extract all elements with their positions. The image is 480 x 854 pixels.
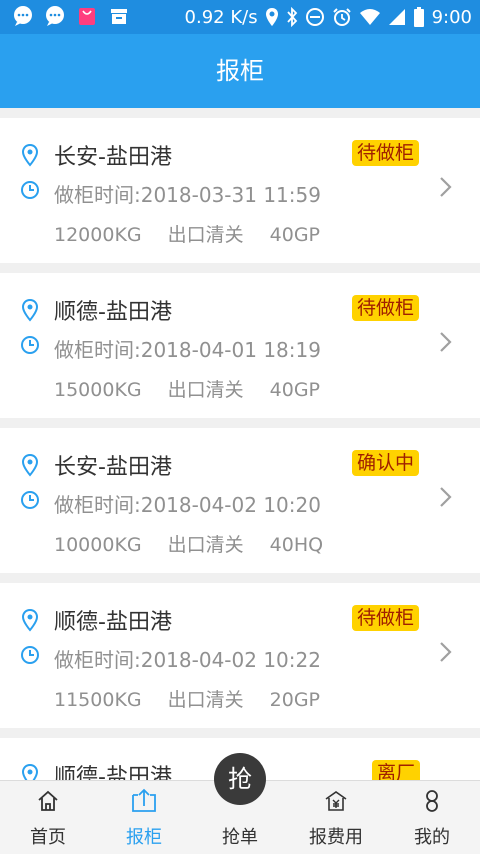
- order-route: 顺德-盐田港: [54, 300, 172, 325]
- order-meta: 12000KG 出口清关 40GP: [54, 220, 346, 247]
- status-badge: 待做柜: [352, 140, 420, 166]
- order-route: 长安-盐田港: [54, 455, 172, 480]
- order-meta: 11500KG 出口清关 20GP: [54, 685, 346, 712]
- clock-icon: [21, 646, 39, 664]
- order-time: 做柜时间:2018-03-31 11:59: [54, 183, 321, 207]
- clock-icon: [21, 336, 39, 354]
- location-pin-icon: [21, 298, 39, 322]
- location-pin-icon: [21, 453, 39, 477]
- chevron-right-icon[interactable]: [438, 173, 454, 201]
- person-icon: [426, 790, 438, 812]
- order-customs: 出口清关: [167, 224, 244, 246]
- upload-box-icon: [132, 788, 156, 812]
- status-badge: 待做柜: [352, 295, 420, 321]
- tab-mine[interactable]: 我的: [384, 781, 480, 854]
- home-icon: [38, 790, 58, 811]
- signal-icon: [388, 9, 405, 25]
- order-time: 做柜时间:2018-04-02 10:22: [54, 648, 321, 672]
- clock-icon: [21, 181, 39, 199]
- tab-home[interactable]: 首页: [0, 781, 96, 854]
- location-icon: [265, 8, 278, 26]
- order-route: 顺德-盐田港: [54, 610, 172, 635]
- order-weight: 15000KG: [54, 379, 142, 401]
- order-route: 顺德-盐田港: [54, 765, 172, 780]
- clock-icon: [21, 491, 39, 509]
- tab-label: 报费用: [309, 827, 363, 848]
- status-bar: 0.92 K/s 9:00: [0, 0, 480, 34]
- clock-time: 9:00: [431, 6, 472, 28]
- order-meta: 15000KG 出口清关 40GP: [54, 375, 346, 402]
- message-icon: [12, 5, 34, 27]
- order-card[interactable]: 顺德-盐田港 待做柜 做柜时间:2018-04-02 10:22 11500KG…: [0, 583, 480, 728]
- location-pin-icon: [21, 763, 39, 780]
- order-route: 长安-盐田港: [54, 145, 172, 170]
- system-indicators: 0.92 K/s 9:00: [185, 0, 472, 34]
- order-card[interactable]: 长安-盐田港 确认中 做柜时间:2018-04-02 10:20 10000KG…: [0, 428, 480, 573]
- network-speed: 0.92 K/s: [184, 6, 258, 28]
- order-card[interactable]: 长安-盐田港 待做柜 做柜时间:2018-03-31 11:59 12000KG…: [0, 118, 480, 263]
- order-list[interactable]: 长安-盐田港 待做柜 做柜时间:2018-03-31 11:59 12000KG…: [0, 108, 480, 780]
- status-badge: 离厂: [372, 760, 421, 780]
- battery-icon: [413, 7, 424, 27]
- order-meta: 10000KG 出口清关 40HQ: [54, 530, 349, 557]
- shopping-bag-icon: [76, 5, 98, 27]
- order-weight: 12000KG: [54, 224, 142, 246]
- order-time: 做柜时间:2018-04-01 18:19: [54, 338, 321, 362]
- data-saver-icon: [305, 8, 324, 26]
- tab-label: 抢单: [222, 827, 258, 848]
- message-icon: [44, 5, 66, 27]
- tab-report-container[interactable]: 报柜: [96, 781, 192, 854]
- order-time: 做柜时间:2018-04-02 10:20: [54, 493, 321, 517]
- location-pin-icon: [21, 608, 39, 632]
- fee-house-icon: [325, 791, 347, 811]
- chevron-right-icon[interactable]: [438, 483, 454, 511]
- order-weight: 11500KG: [54, 689, 142, 711]
- order-weight: 10000KG: [54, 534, 142, 556]
- download-icon: [108, 5, 130, 27]
- status-badge: 待做柜: [352, 605, 420, 631]
- order-customs: 出口清关: [167, 379, 244, 401]
- order-container: 40GP: [269, 379, 320, 401]
- notification-icons: [12, 5, 130, 27]
- tab-report-fees[interactable]: 报费用: [288, 781, 384, 854]
- order-container: 40HQ: [269, 534, 324, 556]
- alarm-icon: [332, 8, 351, 26]
- bluetooth-icon: [286, 7, 297, 27]
- page-title: 报柜: [0, 34, 480, 108]
- wifi-icon: [359, 9, 380, 25]
- tab-label: 我的: [414, 827, 450, 848]
- chevron-right-icon[interactable]: [438, 328, 454, 356]
- chevron-right-icon[interactable]: [438, 638, 454, 666]
- location-pin-icon: [21, 143, 39, 167]
- order-customs: 出口清关: [167, 689, 244, 711]
- tab-label: 首页: [30, 827, 66, 848]
- order-customs: 出口清关: [167, 534, 244, 556]
- status-badge: 确认中: [352, 450, 420, 476]
- order-container: 20GP: [269, 689, 320, 711]
- grab-order-icon[interactable]: 抢: [214, 753, 266, 805]
- order-card[interactable]: 顺德-盐田港 待做柜 做柜时间:2018-04-01 18:19 15000KG…: [0, 273, 480, 418]
- tab-label: 报柜: [126, 827, 162, 848]
- order-container: 40GP: [269, 224, 320, 246]
